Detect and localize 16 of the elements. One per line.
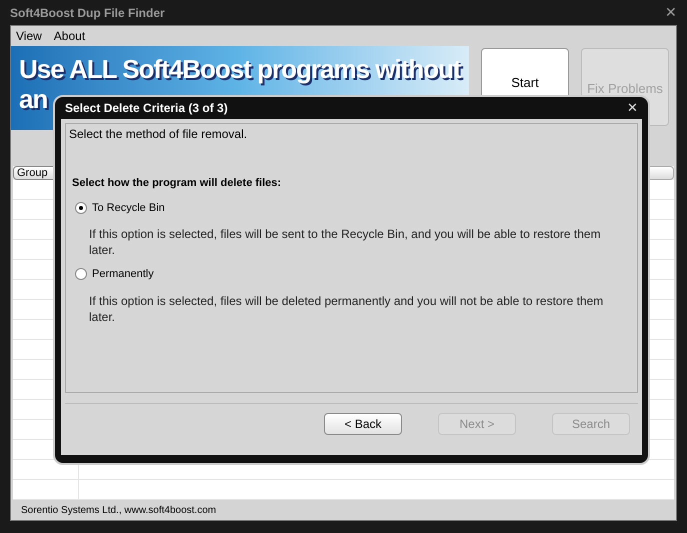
banner-text: Use ALL Soft4Boost programs without: [19, 54, 461, 84]
close-icon[interactable]: ✕: [627, 98, 638, 118]
menu-item[interactable]: About: [54, 27, 86, 45]
banner-text: an: [19, 84, 48, 114]
close-icon[interactable]: ✕: [665, 2, 677, 23]
option-description: If this option is selected, files will be sent to the Recycle Bin, and you will be able to restore them later.: [89, 226, 602, 258]
radio-button[interactable]: [75, 202, 87, 214]
dialog-title: Select Delete Criteria (3 of 3): [65, 100, 228, 117]
status-text: Sorentio Systems Ltd., www.soft4boost.com: [21, 504, 216, 518]
radio-button[interactable]: [75, 268, 87, 280]
menu-item[interactable]: View: [16, 27, 42, 45]
option-label[interactable]: To Recycle Bin: [92, 200, 165, 216]
dialog-button[interactable]: < Back: [324, 413, 402, 435]
window-title: Soft4Boost Dup File Finder: [10, 4, 165, 22]
option-description: If this option is selected, files will be deleted permanently and you will not be able to restore them later.: [89, 292, 604, 324]
option-label[interactable]: Permanently: [92, 266, 154, 282]
